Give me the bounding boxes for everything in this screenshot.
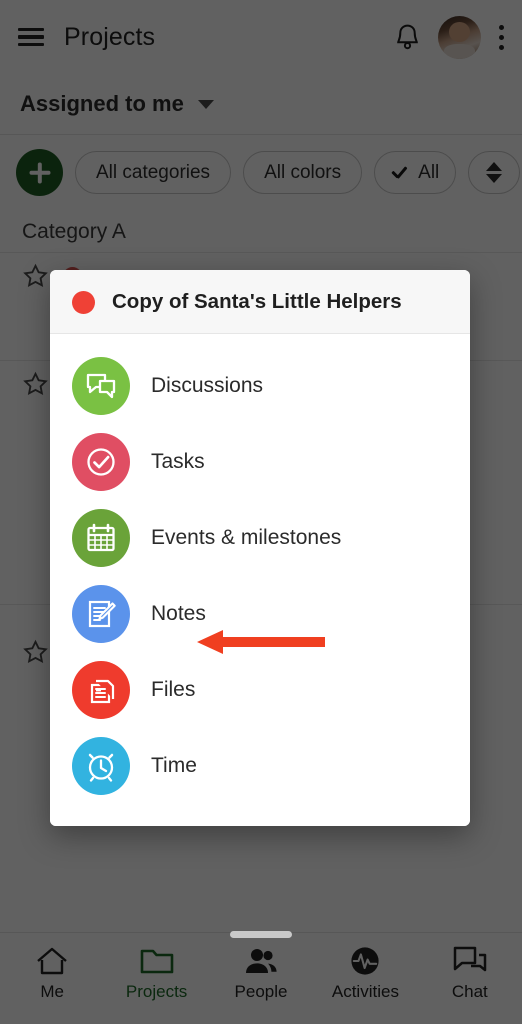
menu-item-events-milestones[interactable]: Events & milestones [50, 500, 470, 576]
menu-label-tasks: Tasks [151, 450, 205, 473]
menu-item-files[interactable]: Files [50, 652, 470, 728]
files-icon [72, 661, 130, 719]
dialog-header: Copy of Santa's Little Helpers [50, 270, 470, 334]
menu-label-notes: Notes [151, 602, 206, 625]
dialog-title: Copy of Santa's Little Helpers [112, 290, 402, 313]
notes-pencil-icon [72, 585, 130, 643]
menu-label-events-milestones: Events & milestones [151, 526, 342, 549]
annotation-arrow-icon [197, 630, 325, 654]
project-modules-dialog: Copy of Santa's Little Helpers Discussio… [50, 270, 470, 826]
calendar-icon [72, 509, 130, 567]
menu-item-tasks[interactable]: Tasks [50, 424, 470, 500]
alarm-clock-icon [72, 737, 130, 795]
menu-label-files: Files [151, 678, 196, 701]
gesture-indicator [230, 931, 292, 938]
menu-label-discussions: Discussions [151, 374, 264, 397]
menu-item-discussions[interactable]: Discussions [50, 348, 470, 424]
menu-label-time: Time [151, 754, 197, 777]
project-color-dot [72, 290, 95, 314]
discussions-icon [72, 357, 130, 415]
app-root: Projects Assigned to me [0, 0, 522, 1024]
dialog-body: Discussions Tasks Events & milestones No… [50, 334, 470, 826]
tasks-check-icon [72, 433, 130, 491]
menu-item-time[interactable]: Time [50, 728, 470, 804]
